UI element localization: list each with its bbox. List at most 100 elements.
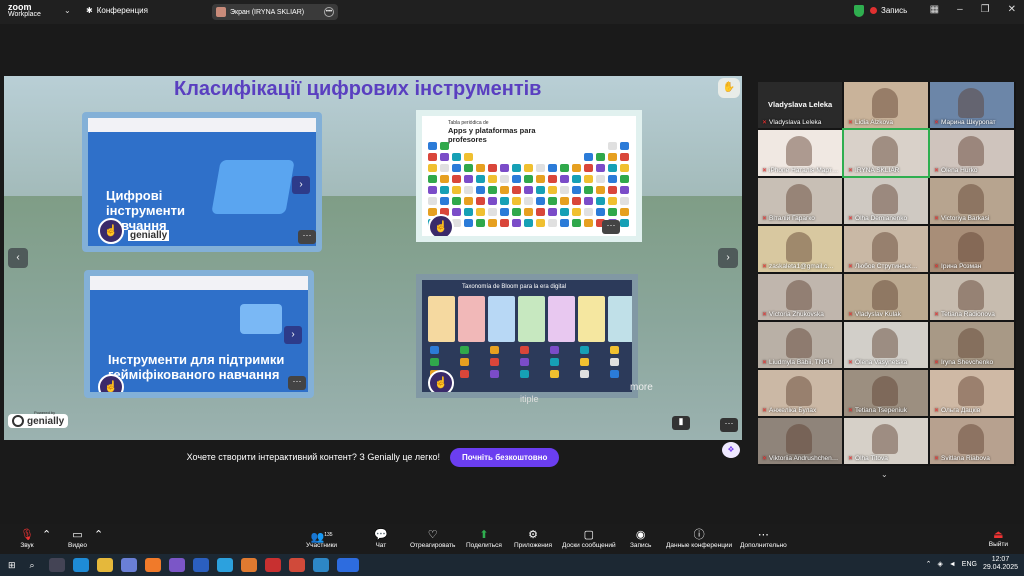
participant-tile[interactable]: ✕ Vladyslav Kulak [844, 274, 928, 320]
chevron-up-icon[interactable]: ⌃ [926, 560, 932, 568]
firefox-icon[interactable] [144, 558, 161, 572]
video-button[interactable]: ▭ Видео [68, 528, 87, 549]
participant-tile[interactable]: ✕ Victoriya Barkasi [930, 178, 1014, 224]
viber-icon[interactable] [168, 558, 185, 572]
share-button[interactable]: ⬆ Поделиться [466, 528, 502, 549]
record-button[interactable]: ◉ Запись [630, 528, 651, 549]
card-digital-tools[interactable]: Цифрові інструменти навчання › ☝ geniall… [82, 112, 322, 252]
explorer-icon[interactable] [96, 558, 113, 572]
card-bloom-taxonomy[interactable]: Taxonomía de Bloom para la era digital ☝ [416, 274, 638, 398]
more-button[interactable]: ⋯ Дополнительно [740, 528, 787, 549]
leave-button[interactable]: ⏏ Выйти [989, 528, 1008, 548]
more-options-button[interactable]: ··· [720, 418, 738, 432]
screen-share-pill[interactable]: Экран (IRYNA SKLIAR) ••• [212, 4, 338, 20]
participant-tile[interactable]: ✕ Віталій Гарагко [758, 178, 842, 224]
recording-indicator[interactable]: Запись [870, 6, 907, 15]
bloom-tool-icon [490, 358, 499, 366]
browser-icon[interactable] [312, 558, 329, 572]
next-arrow-button[interactable]: › [292, 176, 310, 194]
app-icon[interactable] [240, 558, 257, 572]
participant-tile[interactable]: ✕ Liudmyla Babii, TNPU [758, 322, 842, 368]
participant-tile[interactable]: ✕ Lidia Alzkova [844, 82, 928, 128]
chevron-down-icon[interactable]: ⌄ [64, 6, 71, 15]
more-options-button[interactable]: ··· [298, 230, 316, 244]
participant-tile[interactable]: ✕ Iryna Shevchenko [930, 322, 1014, 368]
purple-brain-icon[interactable]: ❖ [722, 442, 740, 458]
restore-icon[interactable]: ❐ [981, 4, 990, 15]
participant-tile[interactable]: ✕ Svitlana Riabova [930, 418, 1014, 464]
people-icon: 👥135 [310, 531, 333, 544]
shared-screen[interactable]: Класифікації цифрових інструментів Цифро… [4, 76, 742, 440]
bloom-column [548, 296, 575, 342]
speaker-icon[interactable]: ◄ [949, 561, 956, 568]
video-chevron[interactable]: ⌃ [94, 528, 103, 542]
edge-icon[interactable] [72, 558, 89, 572]
next-arrow-button[interactable]: › [284, 326, 302, 344]
participant-tile[interactable]: ✕ zaskaleta1@gmail.c… [758, 226, 842, 272]
participant-tile[interactable]: Vladyslava Leleka ✕ Vladyslava Leleka [758, 82, 842, 128]
minimize-icon[interactable]: – [957, 4, 963, 15]
audio-button[interactable]: 🎙 Звук [20, 528, 34, 549]
search-icon[interactable]: ⌕ [30, 560, 35, 571]
participant-name: ✕ Любов Струтинськ… [848, 263, 918, 270]
network-icon[interactable]: ◈ [937, 560, 942, 568]
apps-button[interactable]: ⚙ Приложения [514, 528, 552, 549]
touch-icon[interactable]: ☝ [428, 370, 454, 392]
participant-tile[interactable]: ✕ Olha Titova [844, 418, 928, 464]
app-tile-icon [452, 186, 461, 194]
mic-muted-icon: ✕ [762, 264, 768, 270]
store-icon[interactable] [120, 558, 137, 572]
more-icon[interactable]: ••• [324, 7, 334, 17]
participant-tile[interactable]: ✕ Ірина Розман [930, 226, 1014, 272]
conference-menu[interactable]: ✱ Конференция [86, 6, 148, 15]
language-indicator[interactable]: ENG [962, 561, 977, 568]
start-free-button[interactable]: Почніть безкоштовно [450, 447, 560, 467]
word-icon[interactable] [192, 558, 209, 572]
clock[interactable]: 12:07 29.04.2025 [983, 556, 1018, 572]
chat-button[interactable]: 💬 Чат [374, 528, 388, 549]
card-apps-table[interactable]: Tabla periódica de Apps y plataformas pa… [416, 110, 642, 242]
promo-text: Хочете створити інтерактивний контент? З… [186, 452, 440, 462]
participant-tile[interactable]: ✕ Любов Струтинськ… [844, 226, 928, 272]
app-tile-icon [440, 142, 449, 150]
close-icon[interactable]: ✕ [1008, 4, 1016, 15]
hand-icon[interactable]: ✋ [718, 78, 740, 98]
more-options-button[interactable]: ▮ [672, 416, 690, 430]
chevron-down-icon[interactable]: ⌄ [881, 470, 888, 479]
more-options-button[interactable]: ··· [288, 376, 306, 390]
prev-slide-button[interactable]: ‹ [8, 248, 28, 268]
participant-tile[interactable]: ✕ Анжеліка Булах [758, 370, 842, 416]
react-button[interactable]: ♡ Отреагировать [410, 528, 455, 549]
touch-icon[interactable]: ☝ [98, 374, 124, 392]
chrome-icon[interactable] [288, 558, 305, 572]
participant-tile[interactable]: ✕ Olena Hurko [930, 130, 1014, 176]
telegram-icon[interactable] [216, 558, 233, 572]
participant-tile[interactable]: ✕ Olha Demianenko [844, 178, 928, 224]
participant-tile[interactable]: ✕ Victoria Zhukovska [758, 274, 842, 320]
participant-tile[interactable]: ✕ iPhone Наталія Март… [758, 130, 842, 176]
touch-icon[interactable]: ☝ [98, 218, 124, 244]
participant-tile[interactable]: ✕ Марина Шкуропат [930, 82, 1014, 128]
conference-info-button[interactable]: ⓘ Данные конференции [666, 528, 732, 549]
audio-chevron[interactable]: ⌃ [42, 528, 51, 542]
pdf-icon[interactable] [264, 558, 281, 572]
participants-button[interactable]: 👥135 Участники [306, 528, 337, 549]
touch-icon[interactable]: ☝ [428, 214, 454, 236]
shield-icon[interactable] [854, 5, 864, 17]
participant-tile[interactable]: ✕ Viktoriia Andrushchen… [758, 418, 842, 464]
start-icon[interactable]: ⊞ [8, 560, 16, 571]
whiteboards-button[interactable]: ▢ Доски сообщений [562, 528, 616, 549]
card-gamified-tools[interactable]: Інструменти для підтримки гейміфікованог… [84, 270, 314, 398]
participant-tile[interactable]: ✕ IRYNA SKLIAR [842, 128, 930, 178]
view-icon[interactable]: ▦ [930, 4, 939, 15]
next-slide-button[interactable]: › [718, 248, 738, 268]
more-options-button[interactable]: ··· [602, 220, 620, 234]
info-icon: ⓘ [693, 529, 705, 541]
participant-tile[interactable]: ✕ Ольга Дацків [930, 370, 1014, 416]
participant-tile[interactable]: ✕ Tetiana Tsepeniuk [844, 370, 928, 416]
taskview-icon[interactable] [48, 558, 65, 572]
app-tile-icon [620, 208, 629, 216]
participant-tile[interactable]: ✕ Olena Vasynetska [844, 322, 928, 368]
participant-tile[interactable]: ✕ Tetiana Radionova [930, 274, 1014, 320]
zoom-taskbar-icon[interactable] [336, 558, 359, 572]
